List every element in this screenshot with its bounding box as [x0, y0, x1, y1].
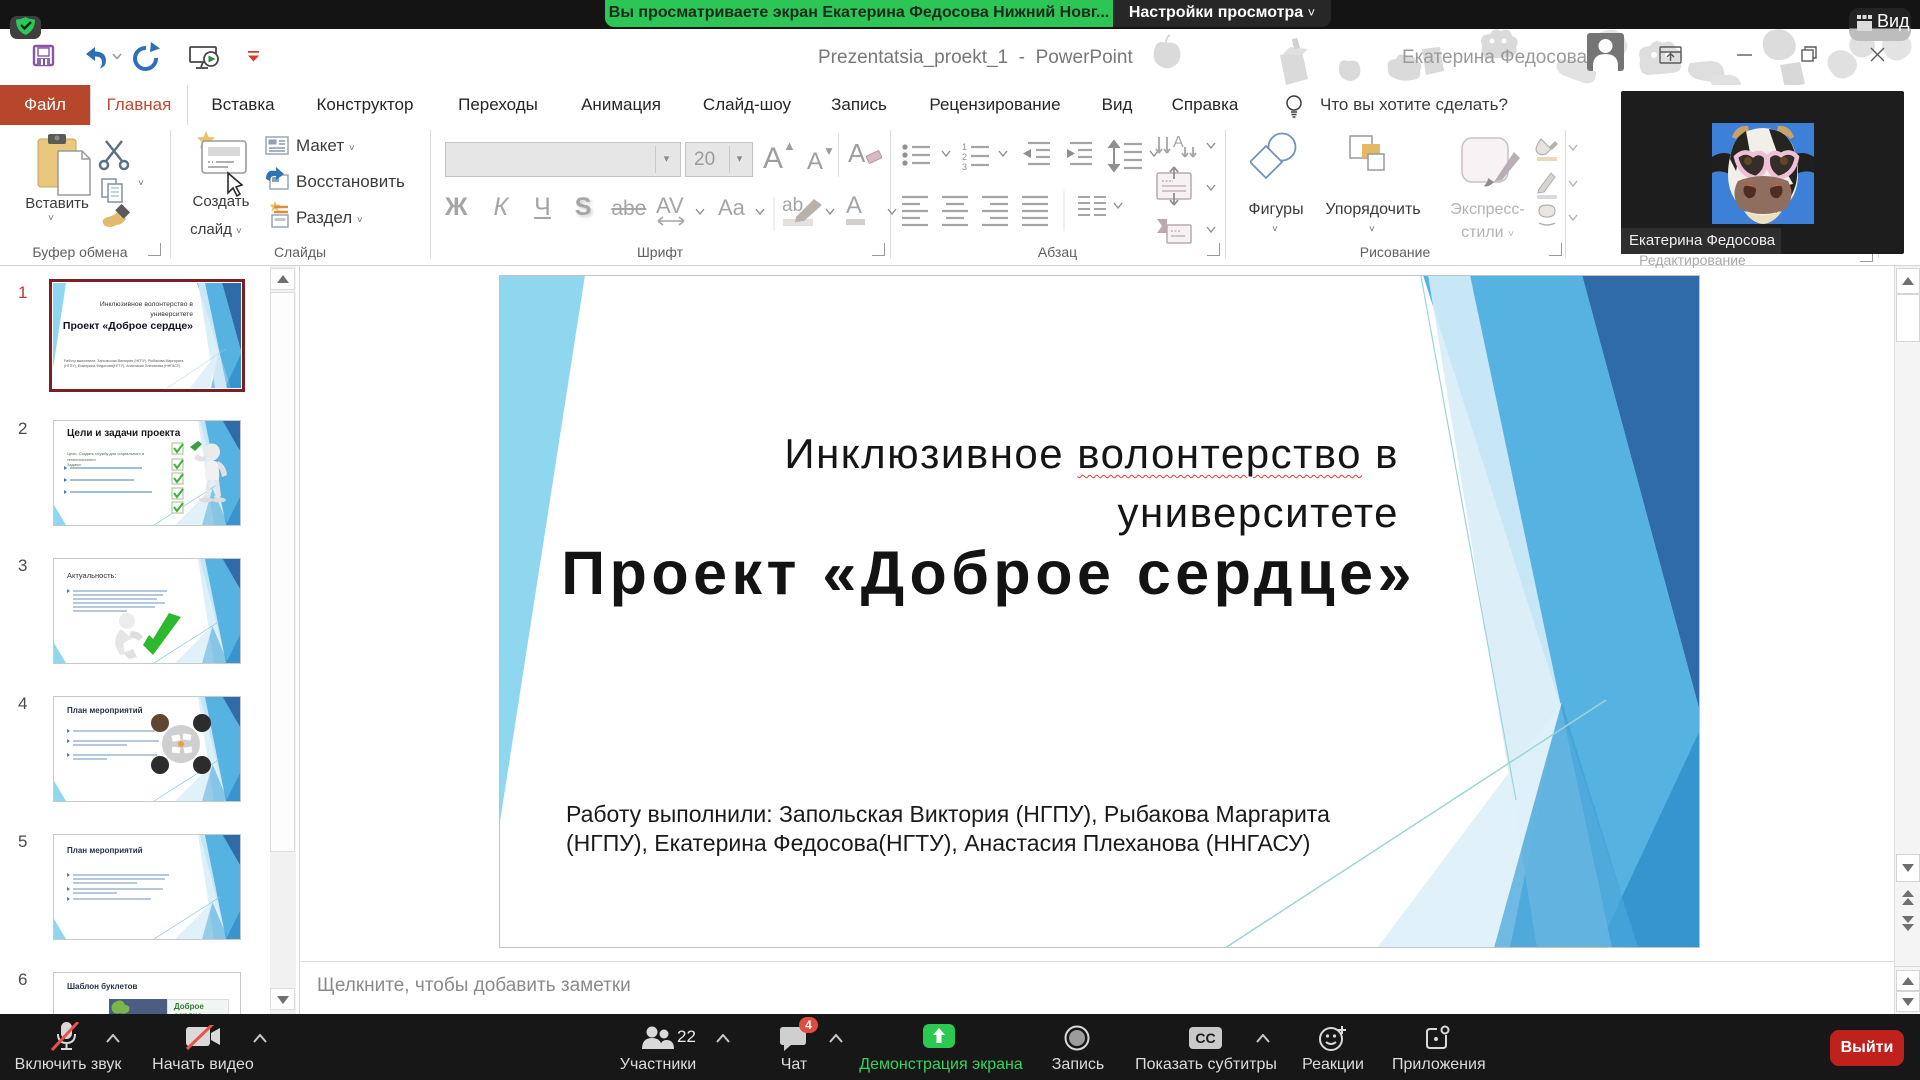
svg-text:A: A [846, 195, 862, 219]
svg-text:Aa: Aa [718, 195, 746, 220]
svg-text:AV: AV [656, 195, 684, 218]
svg-text:A: A [1173, 135, 1184, 151]
svg-text:ab: ab [782, 195, 803, 216]
svg-text:2: 2 [962, 152, 967, 162]
svg-text:3: 3 [962, 162, 967, 172]
svg-text:1: 1 [962, 142, 967, 152]
